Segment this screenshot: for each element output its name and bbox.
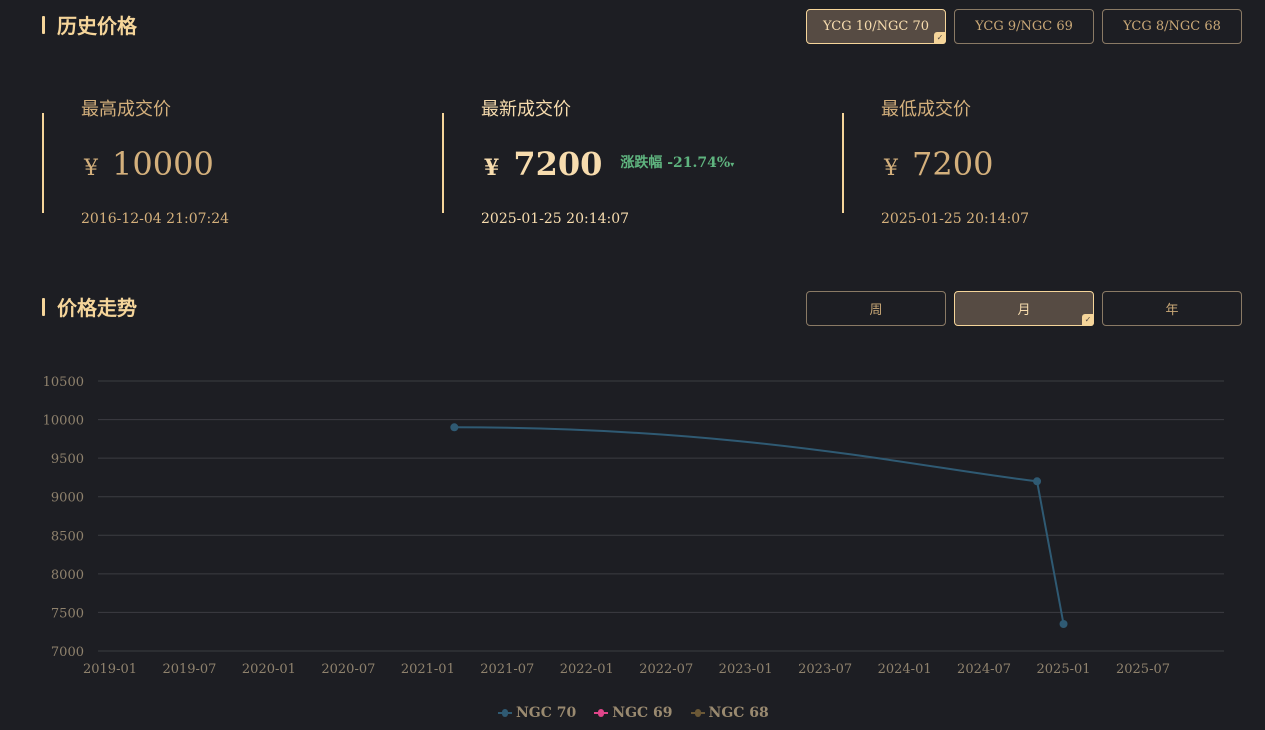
- check-icon: ✓: [1082, 314, 1094, 326]
- stat-price: ¥10000: [84, 145, 214, 183]
- y-tick-label: 8500: [51, 529, 84, 544]
- change-label: 涨跌幅: [620, 155, 663, 171]
- series-line-0: [454, 426, 1065, 625]
- x-tick-label: 2022-01: [560, 662, 614, 677]
- tab-label: 周: [869, 303, 883, 318]
- down-triangle-icon: ▾: [730, 159, 735, 169]
- trend-title-text: 价格走势: [57, 296, 137, 320]
- x-tick-label: 2020-01: [242, 662, 296, 677]
- y-tick-label: 7000: [51, 645, 84, 660]
- history-title-text: 历史价格: [57, 14, 137, 38]
- data-point: [450, 423, 459, 432]
- x-tick-label: 2020-07: [321, 662, 375, 677]
- period-tabs: 周 月 ✓ 年: [806, 291, 1242, 326]
- price-value: 7200: [513, 145, 603, 183]
- x-tick-label: 2024-01: [878, 662, 932, 677]
- y-tick-label: 7500: [51, 606, 84, 621]
- y-tick-label: 10000: [43, 414, 84, 429]
- stat-price: ¥7200 涨跌幅 -21.74%▾: [484, 145, 734, 183]
- y-tick-label: 9500: [51, 452, 84, 467]
- legend-ngc68[interactable]: NGC 68: [690, 705, 769, 721]
- tab-label: YCG 8/NGC 68: [1123, 19, 1221, 34]
- tab-ycg9[interactable]: YCG 9/NGC 69: [954, 9, 1094, 44]
- currency: ¥: [884, 156, 898, 181]
- x-tick-label: 2025-01: [1037, 662, 1091, 677]
- tab-ycg10[interactable]: YCG 10/NGC 70 ✓: [806, 9, 946, 44]
- legend-ngc69[interactable]: NGC 69: [594, 705, 673, 721]
- tab-label: YCG 10/NGC 70: [822, 19, 930, 34]
- tab-year[interactable]: 年: [1102, 291, 1242, 326]
- stat-latest: 最新成交价 ¥7200 涨跌幅 -21.74%▾ 2025-01-25 20:1…: [442, 99, 802, 227]
- x-tick-label: 2024-07: [957, 662, 1011, 677]
- stat-label: 最高成交价: [81, 99, 171, 120]
- history-title: 历史价格: [42, 10, 137, 39]
- x-tick-label: 2023-01: [719, 662, 773, 677]
- x-tick-label: 2025-07: [1116, 662, 1170, 677]
- stat-label: 最低成交价: [881, 99, 971, 120]
- stat-high: 最高成交价 ¥10000 2016-12-04 21:07:24: [42, 99, 402, 227]
- price-trend-chart: 10500 10000 9500 9000 8500 8000 7500 7000 2019-0…: [43, 375, 1224, 677]
- tab-ycg8[interactable]: YCG 8/NGC 68: [1102, 9, 1242, 44]
- tab-month[interactable]: 月 ✓: [954, 291, 1094, 326]
- tab-label: YCG 9/NGC 69: [975, 19, 1073, 34]
- data-point: [1059, 620, 1068, 628]
- change-value: -21.74%: [667, 155, 731, 171]
- x-tick-label: 2019-07: [162, 662, 216, 677]
- trend-title: 价格走势: [42, 292, 137, 321]
- y-tick-label: 8000: [51, 568, 84, 583]
- data-point: [1033, 477, 1042, 486]
- legend-label: NGC 69: [612, 705, 673, 721]
- tab-label: 年: [1165, 303, 1179, 318]
- x-tick-label: 2022-07: [639, 662, 693, 677]
- model-tabs: YCG 10/NGC 70 ✓ YCG 9/NGC 69 YCG 8/NGC 68: [806, 9, 1242, 44]
- tab-label: 月: [1017, 303, 1031, 318]
- stat-low: 最低成交价 ¥7200 2025-01-25 20:14:07: [842, 99, 1202, 227]
- stat-time: 2025-01-25 20:14:07: [481, 211, 630, 227]
- tab-week[interactable]: 周: [806, 291, 946, 326]
- stat-time: 2025-01-25 20:14:07: [881, 211, 1030, 227]
- change-indicator: 涨跌幅 -21.74%▾: [620, 152, 734, 172]
- check-icon: ✓: [934, 32, 946, 44]
- stat-label: 最新成交价: [481, 99, 571, 120]
- stat-price: ¥7200: [884, 145, 993, 183]
- x-tick-label: 2023-07: [798, 662, 852, 677]
- y-tick-label: 9000: [51, 491, 84, 506]
- legend-label: NGC 70: [516, 705, 577, 721]
- legend-ngc70[interactable]: NGC 70: [498, 705, 576, 721]
- stat-time: 2016-12-04 21:07:24: [81, 211, 230, 227]
- legend-label: NGC 68: [708, 705, 769, 721]
- x-tick-label: 2019-01: [83, 662, 137, 677]
- currency: ¥: [484, 155, 500, 181]
- x-tick-label: 2021-07: [480, 662, 534, 677]
- y-tick-label: 10500: [43, 375, 84, 390]
- x-tick-label: 2021-01: [401, 662, 455, 677]
- chart-legend: NGC 70 NGC 69 NGC 68: [498, 705, 769, 721]
- price-value: 10000: [112, 145, 214, 183]
- currency: ¥: [84, 156, 98, 181]
- price-value: 7200: [912, 145, 994, 183]
